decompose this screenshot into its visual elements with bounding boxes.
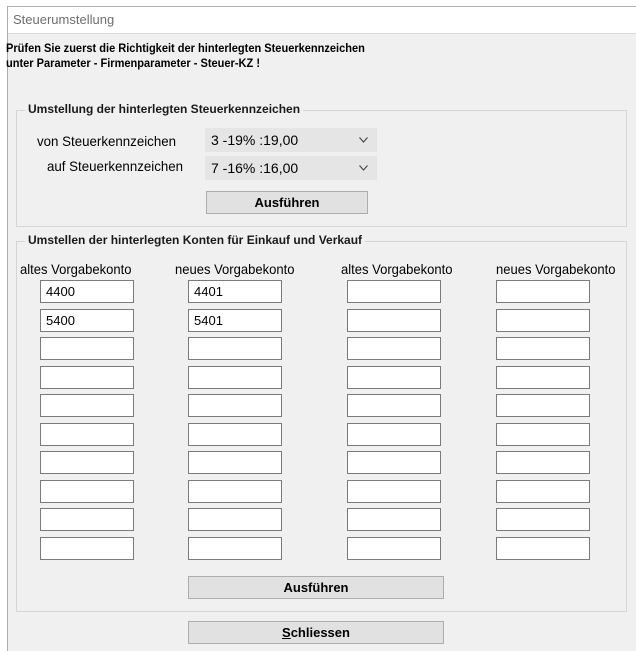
to-tax-code-value: 7 -16% :16,00 bbox=[211, 160, 299, 176]
old-account-1-field[interactable] bbox=[40, 394, 134, 417]
old-account-1-field[interactable] bbox=[40, 508, 134, 531]
new-account-2-field[interactable] bbox=[496, 508, 590, 531]
new-account-1-field[interactable] bbox=[188, 423, 282, 446]
new-account-2-field[interactable] bbox=[496, 394, 590, 417]
new-account-2-field[interactable] bbox=[496, 337, 590, 360]
tax-code-run-button[interactable]: Ausführen bbox=[206, 191, 368, 214]
old-account-2-field[interactable] bbox=[347, 508, 441, 531]
new-account-2-field[interactable] bbox=[496, 309, 590, 332]
old-account-2-field[interactable] bbox=[347, 366, 441, 389]
new-account-1-field[interactable] bbox=[188, 508, 282, 531]
old-account-2-field[interactable] bbox=[347, 280, 441, 303]
new-account-1-field[interactable] bbox=[188, 480, 282, 503]
warning-line-1: Prüfen Sie zuerst die Richtigkeit der hi… bbox=[6, 41, 365, 55]
old-account-1-field[interactable]: 4400 bbox=[40, 280, 134, 303]
new-account-1-field[interactable]: 4401 bbox=[188, 280, 282, 303]
header-old-account-2: altes Vorgabekonto bbox=[341, 261, 453, 277]
close-button-mnemonic: S bbox=[282, 625, 291, 640]
to-tax-code-select[interactable]: 7 -16% :16,00 bbox=[205, 156, 377, 180]
from-tax-code-select[interactable]: 3 -19% :19,00 bbox=[205, 128, 377, 152]
new-account-1-field[interactable] bbox=[188, 337, 282, 360]
old-account-1-field[interactable]: 5400 bbox=[40, 309, 134, 332]
close-button-label: chliessen bbox=[290, 625, 350, 640]
header-old-account-1: altes Vorgabekonto bbox=[20, 261, 132, 277]
window-title: Steuerumstellung bbox=[13, 12, 115, 27]
old-account-1-field[interactable] bbox=[40, 366, 134, 389]
old-account-2-field[interactable] bbox=[347, 423, 441, 446]
old-account-1-field[interactable] bbox=[40, 451, 134, 474]
new-account-2-field[interactable] bbox=[496, 423, 590, 446]
accounts-run-button[interactable]: Ausführen bbox=[188, 576, 444, 599]
warning-text: Prüfen Sie zuerst die Richtigkeit der hi… bbox=[6, 41, 365, 71]
old-account-1-field[interactable] bbox=[40, 480, 134, 503]
header-new-account-1: neues Vorgabekonto bbox=[175, 261, 295, 277]
from-tax-code-value: 3 -19% :19,00 bbox=[211, 132, 299, 148]
new-account-1-field[interactable]: 5401 bbox=[188, 309, 282, 332]
new-account-1-field[interactable] bbox=[188, 366, 282, 389]
old-account-2-field[interactable] bbox=[347, 451, 441, 474]
new-account-2-field[interactable] bbox=[496, 366, 590, 389]
old-account-2-field[interactable] bbox=[347, 309, 441, 332]
old-account-1-field[interactable] bbox=[40, 423, 134, 446]
old-account-1-field[interactable] bbox=[40, 337, 134, 360]
new-account-2-field[interactable] bbox=[496, 537, 590, 560]
new-account-2-field[interactable] bbox=[496, 451, 590, 474]
new-account-2-field[interactable] bbox=[496, 480, 590, 503]
new-account-1-field[interactable] bbox=[188, 451, 282, 474]
new-account-2-field[interactable] bbox=[496, 280, 590, 303]
old-account-2-field[interactable] bbox=[347, 394, 441, 417]
tax-code-group-legend: Umstellung der hinterlegten Steuerkennze… bbox=[25, 102, 304, 116]
old-account-1-field[interactable] bbox=[40, 537, 134, 560]
old-account-2-field[interactable] bbox=[347, 537, 441, 560]
from-tax-code-label: von Steuerkennzeichen bbox=[37, 133, 177, 149]
title-bar: Steuerumstellung bbox=[8, 7, 636, 34]
old-account-2-field[interactable] bbox=[347, 480, 441, 503]
new-account-1-field[interactable] bbox=[188, 537, 282, 560]
new-account-1-field[interactable] bbox=[188, 394, 282, 417]
close-button[interactable]: Schliessen bbox=[188, 621, 444, 644]
to-tax-code-label: auf Steuerkennzeichen bbox=[47, 158, 184, 174]
warning-line-2: unter Parameter - Firmenparameter - Steu… bbox=[6, 56, 260, 70]
accounts-group-legend: Umstellen der hinterlegten Konten für Ei… bbox=[25, 233, 366, 247]
old-account-2-field[interactable] bbox=[347, 337, 441, 360]
chevron-down-icon bbox=[359, 137, 368, 143]
chevron-down-icon bbox=[359, 165, 368, 171]
header-new-account-2: neues Vorgabekonto bbox=[496, 261, 616, 277]
